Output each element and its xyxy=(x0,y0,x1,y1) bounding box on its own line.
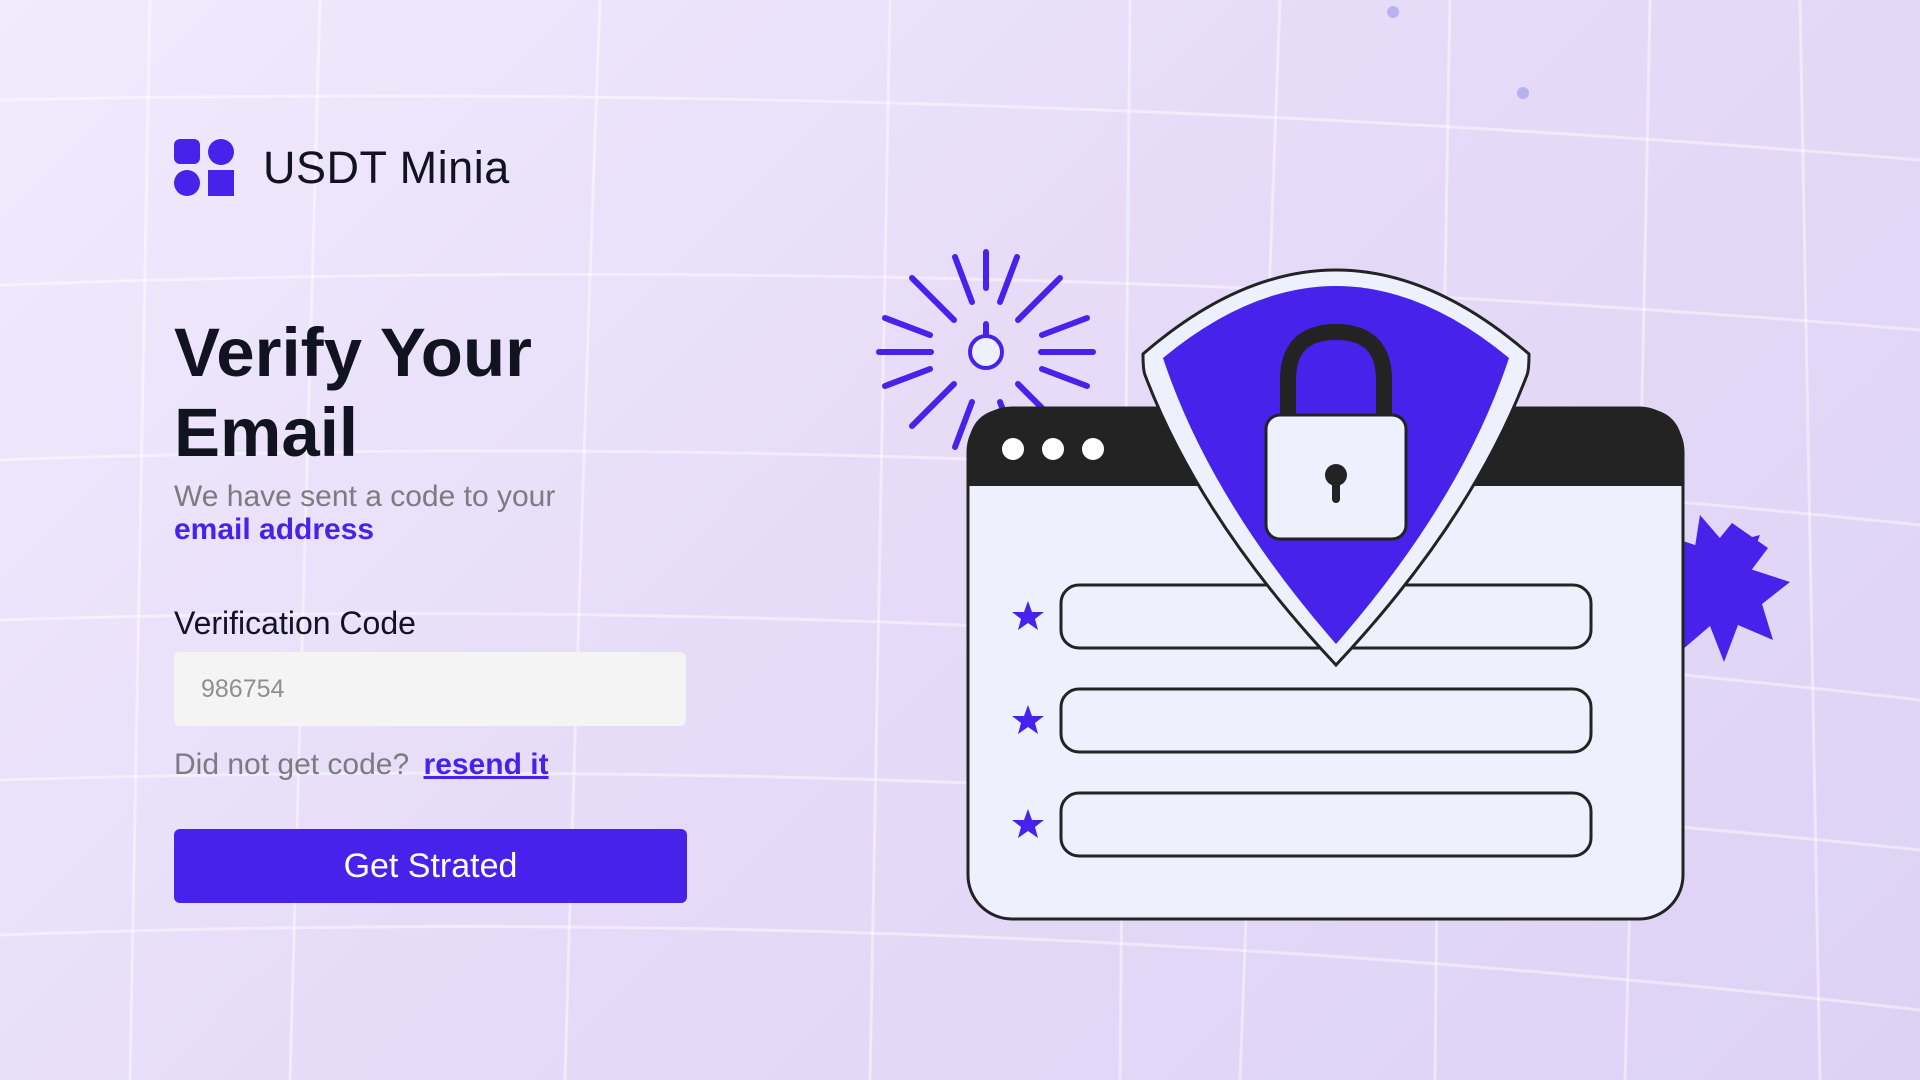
verification-code-input[interactable] xyxy=(174,652,686,726)
brand-name: USDT Minia xyxy=(263,141,510,193)
page-title: Verify Your Email xyxy=(174,314,532,471)
verification-code-label: Verification Code xyxy=(174,605,416,641)
subtitle: We have sent a code to your email addres… xyxy=(174,480,614,546)
brand-logo-icon xyxy=(174,139,234,196)
email-address-link[interactable]: email address xyxy=(174,513,614,546)
security-illustration xyxy=(876,249,1790,921)
subtitle-text: We have sent a code to your xyxy=(174,480,556,513)
brand: USDT Minia xyxy=(174,139,510,196)
sunburst-center xyxy=(968,334,1004,370)
resend-row: Did not get code? resend it xyxy=(174,748,549,782)
resend-link[interactable]: resend it xyxy=(424,748,549,781)
resend-prompt: Did not get code? xyxy=(174,748,410,781)
get-started-button[interactable]: Get Strated xyxy=(174,829,687,903)
